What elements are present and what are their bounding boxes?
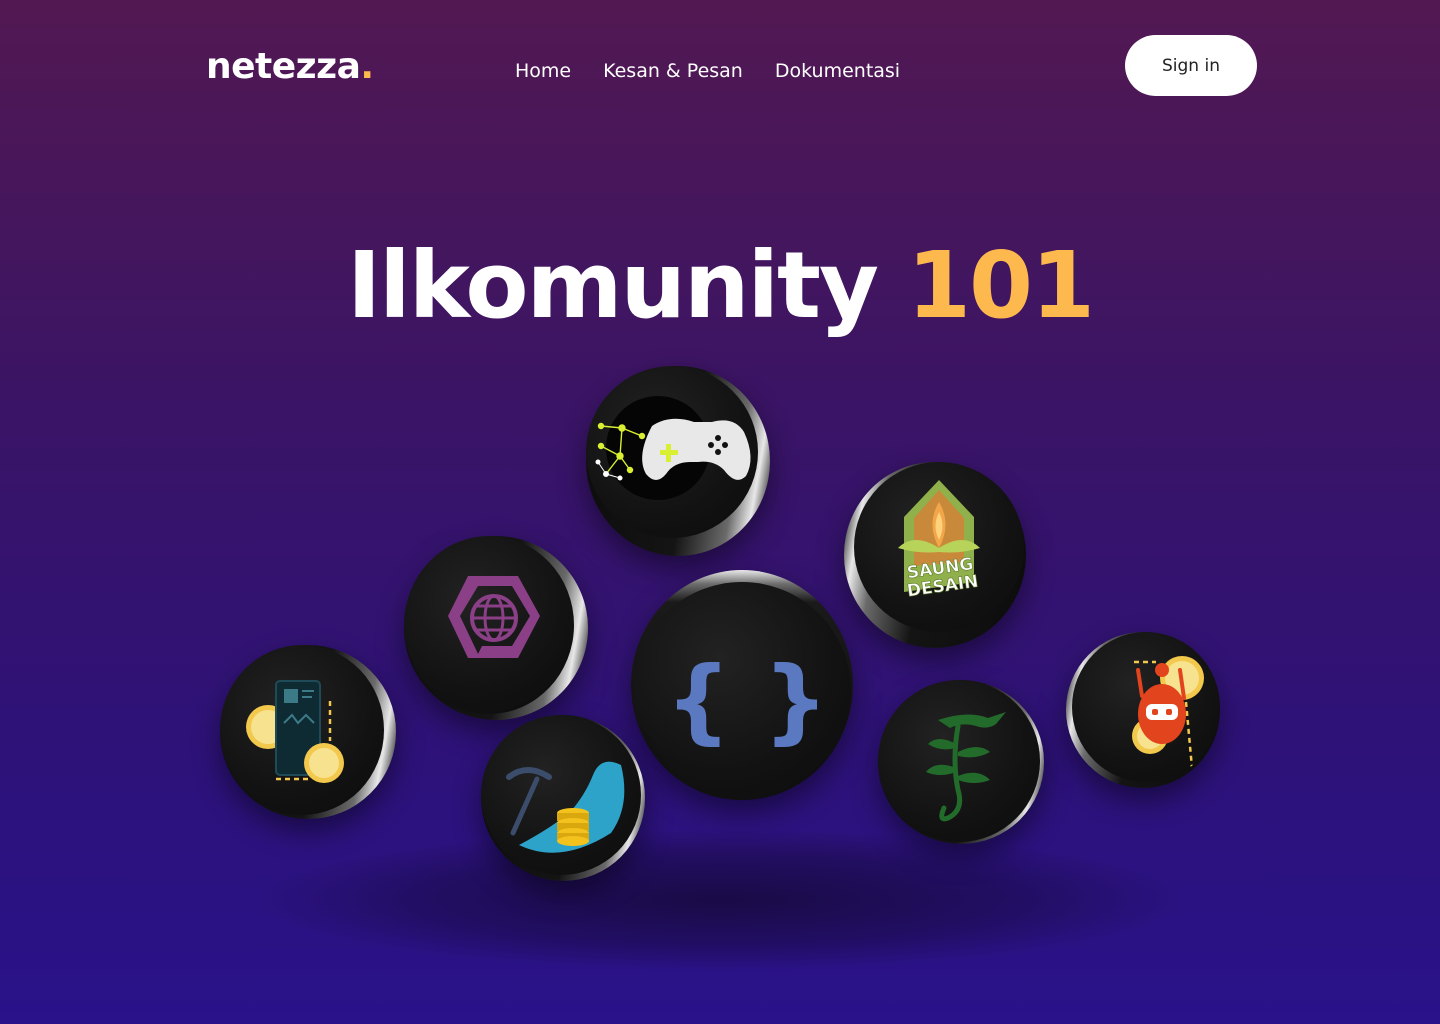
programming-badge[interactable]: { }: [631, 570, 853, 800]
game-dev-badge[interactable]: [586, 366, 770, 556]
saung-desain-badge[interactable]: SAUNG DESAIN: [844, 462, 1026, 648]
data-mining-badge[interactable]: [481, 715, 645, 881]
robotics-badge[interactable]: [1066, 632, 1220, 788]
robot-icon: [1132, 656, 1204, 769]
game-controller-icon: [595, 396, 751, 500]
logo[interactable]: netezza.: [206, 46, 374, 87]
hero-title-main: Ilkomunity: [346, 232, 879, 339]
curly-braces-glyph: { }: [665, 647, 828, 754]
main-nav: Home Kesan & Pesan Dokumentasi: [515, 60, 900, 82]
nav-dokumentasi-link[interactable]: Dokumentasi: [775, 60, 900, 82]
hero-title-accent: 101: [907, 232, 1095, 339]
dragon-plant-icon: [926, 712, 1006, 822]
logo-text: netezza: [206, 46, 361, 87]
saung-desain-icon: SAUNG DESAIN: [898, 480, 980, 602]
logo-dot: .: [360, 46, 374, 87]
data-mining-icon: [506, 761, 625, 853]
hero-title: Ilkomunity 101: [0, 232, 1440, 339]
sign-in-button[interactable]: Sign in: [1125, 35, 1257, 96]
nav-kesan-pesan-link[interactable]: Kesan & Pesan: [603, 60, 743, 82]
curly-braces-icon: { }: [665, 647, 828, 754]
dragon-plant-badge[interactable]: [878, 680, 1044, 844]
nav-home-link[interactable]: Home: [515, 60, 571, 82]
web-dev-badge[interactable]: [404, 536, 588, 720]
mobile-app-icon: [246, 680, 344, 783]
mobile-dev-badge[interactable]: [220, 645, 396, 819]
ground-shadow: [260, 830, 1180, 970]
globe-hexagon-icon: [448, 576, 540, 658]
